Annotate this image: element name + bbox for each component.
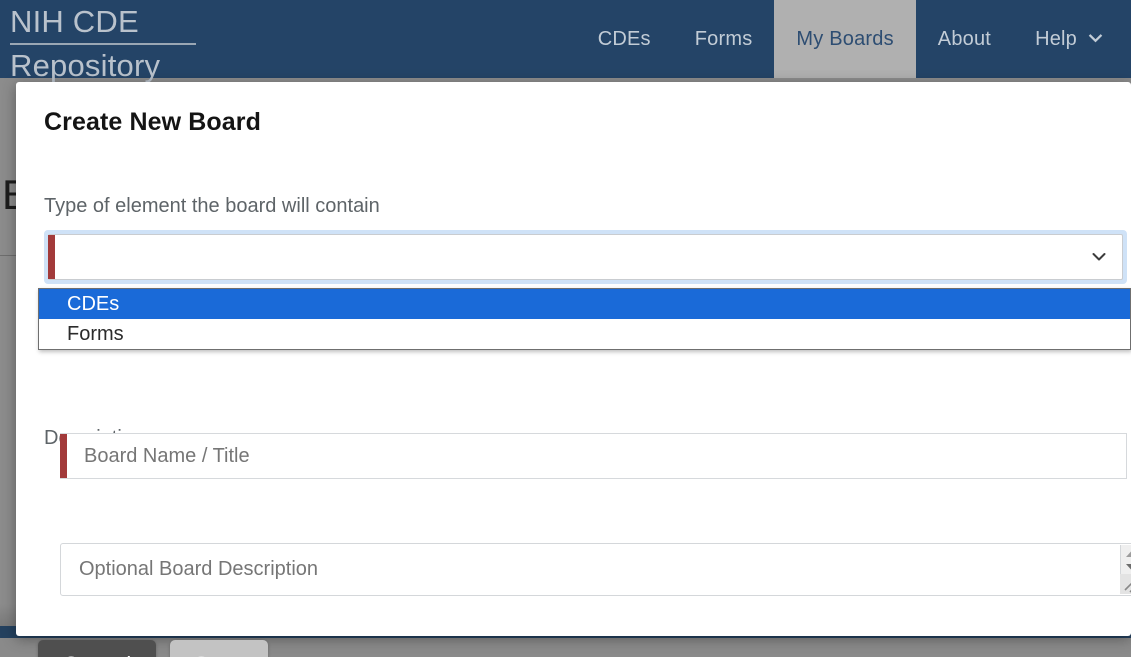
logo-line-2: Repository [10,48,161,83]
nav-item-about[interactable]: About [916,0,1013,78]
nav-item-cdes-label: CDEs [597,27,651,50]
chevron-down-icon [1088,31,1103,46]
element-type-select[interactable] [44,230,1127,284]
resize-grip-icon[interactable] [1120,574,1131,594]
board-name-field[interactable]: Board Name / Title [60,433,1127,479]
spinner-down-icon [1126,564,1131,570]
board-name-placeholder: Board Name / Title [84,444,250,467]
site-logo[interactable]: NIH CDE Repository [8,2,238,86]
nav-item-help-label: Help [1035,27,1077,50]
nav-item-my-boards-label: My Boards [796,27,894,50]
option-cdes[interactable]: CDEs [39,289,1130,319]
logo-rule [10,43,196,45]
nav-item-my-boards[interactable]: My Boards [774,0,916,78]
app-root: B NIH CDE Repository CDEs Forms My Board… [0,0,1131,657]
type-field-label: Type of element the board will contain [44,195,380,217]
save-button[interactable]: Save [170,640,268,657]
nav-item-about-label: About [937,27,992,50]
textarea-spinner[interactable] [1120,545,1131,576]
nav-item-help[interactable]: Help [1013,0,1131,78]
element-type-option-list[interactable]: CDEs Forms [38,288,1131,350]
logo-line-1: NIH CDE [10,4,139,39]
nav-item-forms-label: Forms [694,27,753,50]
chevron-down-icon[interactable] [1090,248,1108,266]
element-type-select-box[interactable] [48,234,1123,280]
nav-links: CDEs Forms My Boards About Help [576,0,1131,78]
description-textarea[interactable]: Optional Board Description [60,543,1131,596]
modal-title: Create New Board [44,108,261,136]
nav-item-forms[interactable]: Forms [673,0,775,78]
required-indicator-bar [60,434,67,478]
spinner-up-icon [1126,551,1131,557]
cancel-button[interactable]: Cancel [38,640,156,657]
option-cdes-label: CDEs [67,293,120,315]
required-indicator-bar [48,235,55,279]
top-navbar: NIH CDE Repository CDEs Forms My Boards … [0,0,1131,83]
option-forms[interactable]: Forms [39,319,1130,349]
board-name-input[interactable]: Board Name / Title [60,433,1127,479]
create-new-board-modal: Create New Board Type of element the boa… [16,82,1131,657]
nav-item-cdes[interactable]: CDEs [576,0,673,78]
option-forms-label: Forms [67,323,124,345]
description-placeholder: Optional Board Description [79,558,319,580]
